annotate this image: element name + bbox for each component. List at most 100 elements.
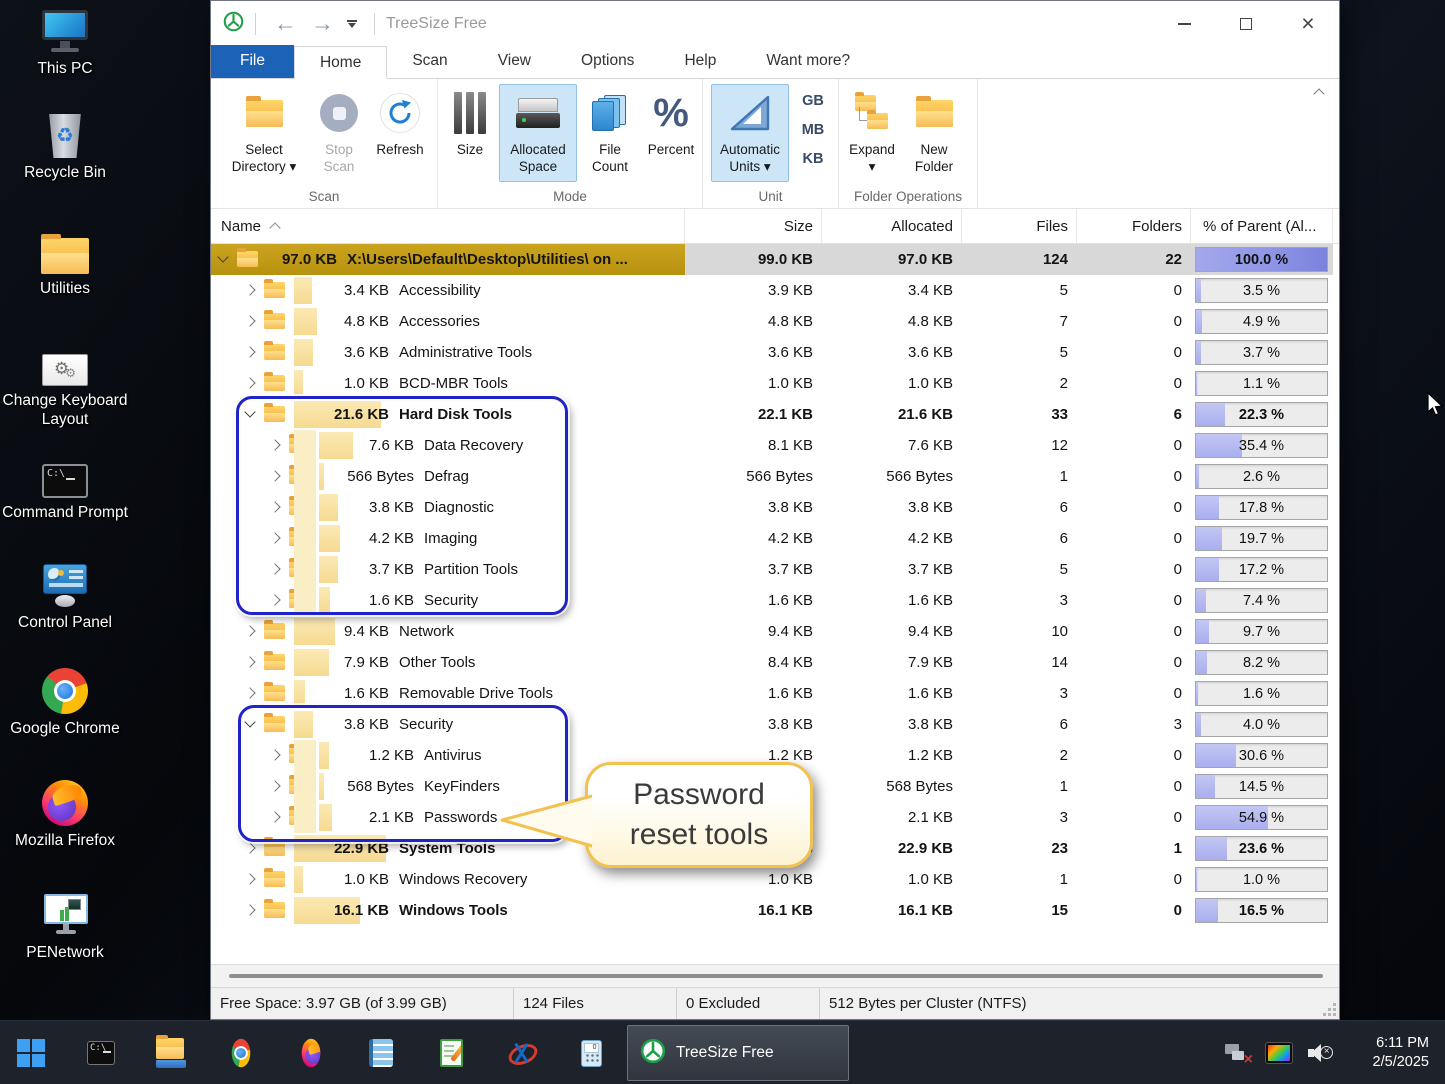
taskbar-button-notepad[interactable] bbox=[366, 1038, 396, 1068]
volume-muted-icon[interactable]: × bbox=[1307, 1042, 1333, 1064]
desktop-icon-recycle-bin[interactable]: ♻Recycle Bin bbox=[0, 110, 135, 182]
tab-file[interactable]: File bbox=[211, 45, 294, 78]
chevron-right-icon[interactable] bbox=[244, 656, 255, 667]
table-row[interactable]: 21.6 KBHard Disk Tools22.1 KB21.6 KB3362… bbox=[211, 399, 1339, 430]
tab-wantmore[interactable]: Want more? bbox=[741, 45, 875, 78]
chevron-right-icon[interactable] bbox=[269, 439, 280, 450]
chevron-right-icon[interactable] bbox=[244, 377, 255, 388]
unit-button-mb[interactable]: MB bbox=[795, 116, 831, 145]
table-row[interactable]: 1.0 KBBCD-MBR Tools1.0 KB1.0 KB201.1 % bbox=[211, 368, 1339, 399]
new-folder-button[interactable]: New Folder bbox=[903, 84, 965, 182]
desktop-icon-control-panel[interactable]: Control Panel bbox=[0, 560, 135, 632]
select-directory-button[interactable]: Select Directory ▾ bbox=[221, 84, 307, 182]
quick-access-caret-icon[interactable] bbox=[347, 20, 357, 28]
taskbar-button-snip[interactable] bbox=[506, 1038, 536, 1068]
unit-button-gb[interactable]: GB bbox=[795, 87, 831, 116]
chevron-right-icon[interactable] bbox=[244, 842, 255, 853]
table-row[interactable]: 7.9 KBOther Tools8.4 KB7.9 KB1408.2 % bbox=[211, 647, 1339, 678]
display-color-icon[interactable] bbox=[1266, 1043, 1292, 1063]
chevron-down-icon[interactable] bbox=[244, 406, 255, 417]
taskbar-treesize-button[interactable]: TreeSize Free bbox=[627, 1025, 849, 1081]
table-row[interactable]: 9.4 KBNetwork9.4 KB9.4 KB1009.7 % bbox=[211, 616, 1339, 647]
table-row[interactable]: 16.1 KBWindows Tools16.1 KB16.1 KB15016.… bbox=[211, 895, 1339, 926]
table-row[interactable]: 3.4 KBAccessibility3.9 KB3.4 KB503.5 % bbox=[211, 275, 1339, 306]
chevron-right-icon[interactable] bbox=[244, 346, 255, 357]
folders-cell: 0 bbox=[1077, 554, 1191, 585]
desktop-icon-google-chrome[interactable]: Google Chrome bbox=[0, 666, 135, 738]
horizontal-scrollbar[interactable] bbox=[211, 964, 1339, 987]
chevron-right-icon[interactable] bbox=[269, 811, 280, 822]
chevron-right-icon[interactable] bbox=[269, 780, 280, 791]
chevron-right-icon[interactable] bbox=[244, 687, 255, 698]
column-header-allocated[interactable]: Allocated bbox=[822, 209, 962, 243]
desktop-icon-command-prompt[interactable]: Command Prompt bbox=[0, 450, 135, 522]
resize-grip[interactable] bbox=[1333, 1013, 1336, 1016]
chevron-right-icon[interactable] bbox=[244, 284, 255, 295]
refresh-button[interactable]: Refresh bbox=[369, 84, 431, 182]
tab-home[interactable]: Home bbox=[294, 46, 387, 79]
network-disconnected-icon[interactable]: × bbox=[1225, 1042, 1251, 1064]
desktop-icon-change-keyboard-layout[interactable]: ⚙⚙Change Keyboard Layout bbox=[0, 338, 135, 429]
percent-button[interactable]: %Percent bbox=[643, 84, 699, 182]
chevron-right-icon[interactable] bbox=[244, 904, 255, 915]
forward-icon[interactable]: → bbox=[311, 12, 334, 35]
folders-cell: 0 bbox=[1077, 647, 1191, 678]
table-row[interactable]: 3.7 KBPartition Tools3.7 KB3.7 KB5017.2 … bbox=[211, 554, 1339, 585]
taskbar-button-explorer[interactable] bbox=[156, 1038, 186, 1068]
chevron-right-icon[interactable] bbox=[244, 315, 255, 326]
chevron-right-icon[interactable] bbox=[269, 470, 280, 481]
maximize-button[interactable] bbox=[1215, 1, 1277, 46]
chevron-right-icon[interactable] bbox=[244, 873, 255, 884]
desktop-icon-mozilla-firefox[interactable]: Mozilla Firefox bbox=[0, 778, 135, 850]
automatic-units-button[interactable]: Automatic Units ▾ bbox=[711, 84, 789, 182]
table-row[interactable]: 3.8 KBSecurity3.8 KB3.8 KB634.0 % bbox=[211, 709, 1339, 740]
chevron-right-icon[interactable] bbox=[269, 501, 280, 512]
chevron-right-icon[interactable] bbox=[269, 749, 280, 760]
tab-options[interactable]: Options bbox=[556, 45, 659, 78]
table-row[interactable]: 4.8 KBAccessories4.8 KB4.8 KB704.9 % bbox=[211, 306, 1339, 337]
taskbar-button-cmd[interactable] bbox=[86, 1038, 116, 1068]
table-row[interactable]: 566 BytesDefrag566 Bytes566 Bytes102.6 % bbox=[211, 461, 1339, 492]
column-header-name[interactable]: Name bbox=[211, 209, 685, 243]
minimize-button[interactable] bbox=[1153, 1, 1215, 46]
table-row[interactable]: 1.0 KBWindows Recovery1.0 KB1.0 KB101.0 … bbox=[211, 864, 1339, 895]
taskbar-button-start[interactable] bbox=[16, 1038, 46, 1068]
table-row[interactable]: 1.6 KBRemovable Drive Tools1.6 KB1.6 KB3… bbox=[211, 678, 1339, 709]
chevron-right-icon[interactable] bbox=[269, 532, 280, 543]
taskbar-clock[interactable]: 6:11 PM 2/5/2025 bbox=[1373, 1021, 1429, 1084]
desktop-icon-utilities[interactable]: Utilities bbox=[0, 226, 135, 298]
size-button[interactable]: Size bbox=[447, 84, 493, 182]
close-button[interactable]: × bbox=[1277, 1, 1339, 46]
tab-help[interactable]: Help bbox=[659, 45, 741, 78]
taskbar-button-editor[interactable] bbox=[436, 1038, 466, 1068]
tab-scan[interactable]: Scan bbox=[387, 45, 472, 78]
expand-button[interactable]: Expand▾ bbox=[845, 84, 899, 182]
column-header-files[interactable]: Files bbox=[962, 209, 1077, 243]
column-header--of-parent-al-[interactable]: % of Parent (Al... bbox=[1191, 209, 1333, 243]
table-row[interactable]: 4.2 KBImaging4.2 KB4.2 KB6019.7 % bbox=[211, 523, 1339, 554]
chevron-right-icon[interactable] bbox=[244, 625, 255, 636]
table-row[interactable]: 97.0 KBX:\Users\Default\Desktop\Utilitie… bbox=[211, 244, 1339, 275]
table-row[interactable]: 3.6 KBAdministrative Tools3.6 KB3.6 KB50… bbox=[211, 337, 1339, 368]
column-header-folders[interactable]: Folders bbox=[1077, 209, 1191, 243]
desktop-icon-this-pc[interactable]: This PC bbox=[0, 6, 135, 78]
table-row[interactable]: 3.8 KBDiagnostic3.8 KB3.8 KB6017.8 % bbox=[211, 492, 1339, 523]
back-icon[interactable]: ← bbox=[274, 12, 297, 35]
ribbon-collapse-icon[interactable] bbox=[1313, 87, 1325, 99]
taskbar-button-calc[interactable] bbox=[576, 1038, 606, 1068]
taskbar-button-firefox[interactable] bbox=[296, 1038, 326, 1068]
column-header-size[interactable]: Size bbox=[685, 209, 822, 243]
file-count-button[interactable]: File Count bbox=[581, 84, 639, 182]
unit-button-kb[interactable]: KB bbox=[795, 145, 831, 174]
chevron-down-icon[interactable] bbox=[244, 716, 255, 727]
table-row[interactable]: 1.6 KBSecurity1.6 KB1.6 KB307.4 % bbox=[211, 585, 1339, 616]
scrollbar-thumb[interactable] bbox=[229, 974, 1323, 978]
desktop-icon-penetwork[interactable]: PENetwork bbox=[0, 890, 135, 962]
taskbar-button-chrome[interactable] bbox=[226, 1038, 256, 1068]
chevron-down-icon[interactable] bbox=[217, 251, 228, 262]
chevron-right-icon[interactable] bbox=[269, 563, 280, 574]
chevron-right-icon[interactable] bbox=[269, 594, 280, 605]
tab-view[interactable]: View bbox=[473, 45, 556, 78]
table-row[interactable]: 7.6 KBData Recovery8.1 KB7.6 KB12035.4 % bbox=[211, 430, 1339, 461]
allocated-space-button[interactable]: Allocated Space bbox=[499, 84, 577, 182]
